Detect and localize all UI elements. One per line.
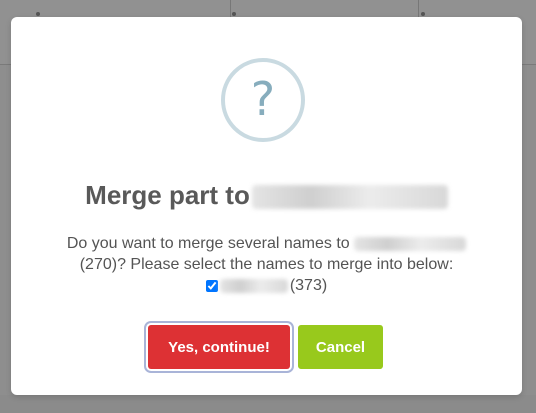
cancel-button[interactable]: Cancel: [298, 325, 383, 369]
question-icon: ?: [221, 58, 305, 142]
background-footer: [0, 395, 536, 413]
message-line2: (270)? Please select the names to merge …: [79, 256, 454, 273]
sort-icon: [36, 12, 40, 16]
sort-icon: [421, 12, 425, 16]
dialog-title-text: Merge part to: [85, 180, 250, 210]
merge-option-checkbox[interactable]: [205, 279, 218, 292]
redacted-option-name: [219, 278, 288, 293]
merge-option-count: (373): [289, 277, 328, 294]
message-line1: Do you want to merge several names to: [66, 235, 350, 252]
confirm-button[interactable]: Yes, continue!: [148, 325, 290, 369]
merge-dialog: ? Merge part to Do you want to merge sev…: [11, 17, 522, 395]
sort-icon: [232, 12, 236, 16]
redacted-name: [251, 185, 448, 210]
redacted-target-name: [354, 236, 467, 251]
dialog-message: Do you want to merge several names to (2…: [11, 233, 522, 298]
merge-option[interactable]: (373): [205, 275, 328, 296]
question-glyph: ?: [250, 72, 276, 126]
dialog-title: Merge part to: [11, 180, 522, 211]
